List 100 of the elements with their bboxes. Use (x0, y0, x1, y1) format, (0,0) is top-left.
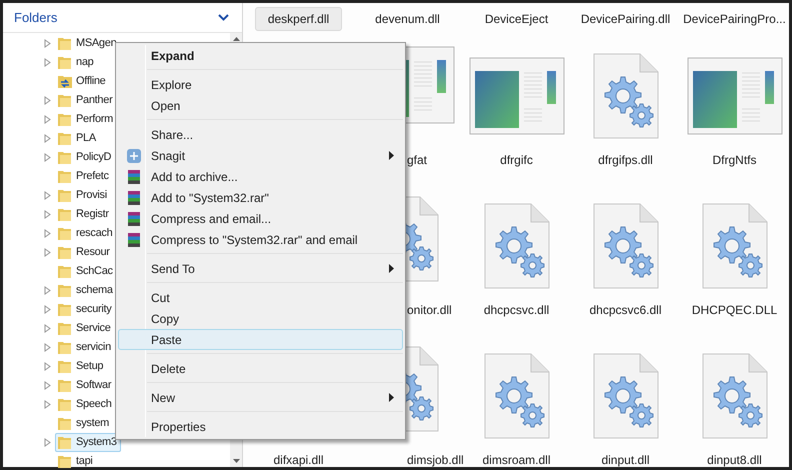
folder-icon (57, 436, 73, 450)
file-name[interactable]: dfrgifc (487, 148, 546, 172)
gear-document-icon (592, 203, 658, 289)
file-name[interactable]: dhcpcsvc.dll (470, 298, 562, 322)
folder-tree-item[interactable]: schema (55, 281, 117, 300)
expand-arrow-icon[interactable] (44, 115, 51, 124)
file-name[interactable]: deskperf.dll (254, 6, 342, 30)
menu-item[interactable]: Expand (118, 45, 403, 66)
folder-icon (57, 302, 73, 316)
file-name[interactable]: dinput8.dll (694, 448, 775, 470)
folder-icon (57, 340, 73, 354)
menu-item[interactable]: Snagit (118, 145, 403, 166)
archive-books-icon (127, 210, 141, 226)
expand-arrow-icon[interactable] (44, 381, 51, 390)
folder-tree-item[interactable]: Perform (55, 110, 118, 129)
menu-item[interactable]: Delete (118, 358, 403, 379)
expand-arrow-icon[interactable] (44, 134, 51, 143)
folder-icon (57, 36, 73, 50)
folder-tree-item[interactable]: Provisi (55, 186, 111, 205)
menu-item[interactable]: Add to archive... (118, 166, 403, 187)
chevron-down-icon[interactable] (218, 14, 229, 21)
menu-item[interactable]: Explore (118, 74, 403, 95)
scroll-down-icon[interactable] (232, 459, 240, 463)
expand-arrow-icon[interactable] (44, 96, 51, 105)
file-name[interactable]: DeviceEject (472, 6, 562, 30)
file-name[interactable]: gfat (404, 148, 430, 172)
folder-tree-item[interactable]: tapi (55, 452, 97, 470)
folder-tree-item[interactable]: Setup (55, 357, 108, 376)
folder-tree-item[interactable]: system (55, 414, 114, 433)
folder-tree-item[interactable]: Offline (55, 72, 110, 91)
folder-tree-item[interactable]: PLA (55, 129, 100, 148)
folder-tree-item[interactable]: System3 (55, 433, 121, 452)
expand-arrow-icon[interactable] (44, 324, 51, 333)
folder-tree-item[interactable]: Speech (55, 395, 116, 414)
menu-item[interactable]: Paste (118, 329, 403, 350)
folders-header[interactable]: Folders (3, 3, 242, 33)
expand-arrow-icon[interactable] (44, 438, 51, 447)
folder-tree-item[interactable]: Panther (55, 91, 116, 110)
gear-document-icon (702, 203, 768, 289)
gear-document-icon (484, 203, 550, 289)
folder-tree-item[interactable]: MSAgen (55, 34, 120, 53)
file-name[interactable]: DfrgNtfs (699, 148, 770, 172)
expand-arrow-icon[interactable] (44, 362, 51, 371)
file-name[interactable]: devenum.dll (362, 6, 453, 30)
expand-arrow-icon[interactable] (44, 286, 51, 295)
menu-item[interactable]: Cut (118, 287, 403, 308)
file-name[interactable]: dinput.dll (588, 448, 663, 470)
menu-item[interactable]: Properties (118, 416, 403, 437)
folder-tree-item[interactable]: Prefetc (55, 167, 113, 186)
file-name[interactable]: dfrgifps.dll (585, 148, 666, 172)
file-name[interactable]: onitor.dll (404, 298, 455, 322)
folder-icon (57, 246, 73, 260)
folder-tree-item[interactable]: PolicyD (55, 148, 116, 167)
expand-arrow-icon[interactable] (44, 39, 51, 48)
expand-arrow-icon[interactable] (44, 305, 51, 314)
expand-arrow-icon[interactable] (44, 400, 51, 409)
expand-arrow-icon[interactable] (44, 343, 51, 352)
file-name[interactable]: dimsroam.dll (469, 448, 564, 470)
file-name[interactable]: DHCPQEC.DLL (678, 298, 790, 322)
expand-arrow-icon[interactable] (44, 58, 51, 67)
folder-icon (57, 398, 73, 412)
folder-tree-item[interactable]: Resour (55, 243, 114, 262)
gear-document-icon (592, 53, 658, 139)
menu-item[interactable]: Add to "System32.rar" (118, 187, 403, 208)
snagit-icon (126, 148, 142, 164)
menu-item[interactable]: Copy (118, 308, 403, 329)
expand-arrow-icon[interactable] (44, 210, 51, 219)
menu-item[interactable]: Send To (118, 258, 403, 279)
folder-tree-item[interactable]: Softwar (55, 376, 116, 395)
file-name[interactable]: dhcpcsvc6.dll (576, 298, 675, 322)
folder-tree-item[interactable]: Registr (55, 205, 113, 224)
gear-document-icon (702, 353, 768, 439)
menu-item[interactable]: Compress to "System32.rar" and email (118, 229, 403, 250)
folder-icon (57, 188, 73, 202)
expand-arrow-icon[interactable] (44, 153, 51, 162)
menu-item[interactable]: New (118, 387, 403, 408)
folder-tree-item[interactable]: nap (55, 53, 98, 72)
expand-arrow-icon[interactable] (44, 248, 51, 257)
expand-arrow-icon[interactable] (44, 229, 51, 238)
folder-tree-item[interactable]: security (55, 300, 116, 319)
gear-document-icon (592, 353, 658, 439)
file-name[interactable]: difxapi.dll (260, 448, 337, 470)
folder-icon (57, 454, 73, 468)
folder-tree-item[interactable]: rescach (55, 224, 116, 243)
folder-icon (57, 226, 73, 240)
archive-books-icon (127, 190, 141, 206)
folder-tree-item[interactable]: SchCac (55, 262, 117, 281)
folder-icon (57, 360, 73, 374)
folder-tree-item[interactable]: Service (55, 319, 115, 338)
sync-folder-icon (57, 74, 73, 88)
menu-item[interactable]: Share... (118, 124, 403, 145)
folder-icon (57, 264, 73, 278)
application-icon (468, 57, 564, 135)
file-name[interactable]: dimsjob.dll (404, 448, 467, 470)
menu-item[interactable]: Compress and email... (118, 208, 403, 229)
gear-document-icon (484, 353, 550, 439)
folder-tree-item[interactable]: servicin (55, 338, 115, 357)
menu-item[interactable]: Open (118, 95, 403, 116)
application-icon (686, 57, 782, 135)
expand-arrow-icon[interactable] (44, 191, 51, 200)
